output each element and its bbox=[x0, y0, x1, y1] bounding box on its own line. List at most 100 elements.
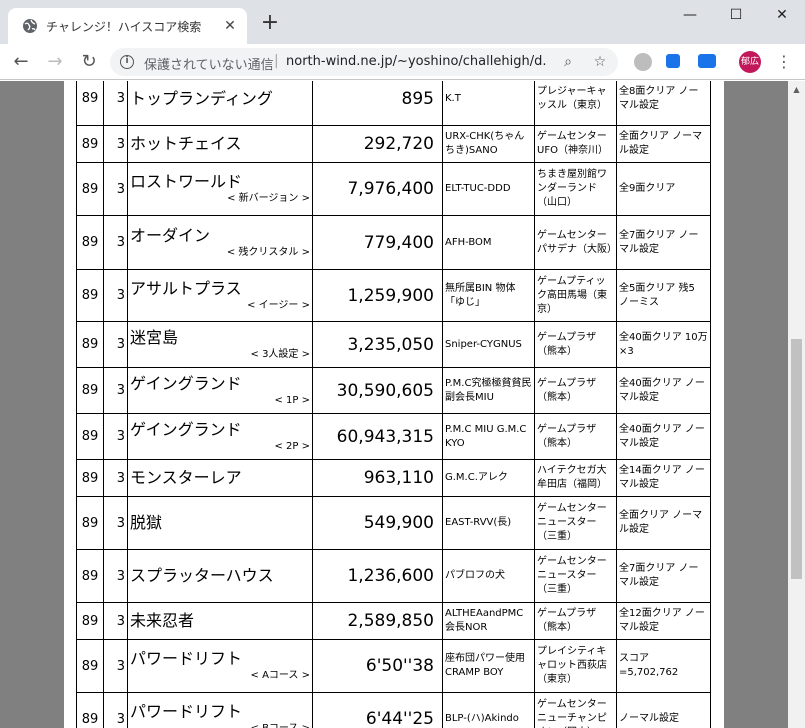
game-title: パワードリフト bbox=[130, 649, 243, 668]
game-cell: パワードリフト< Bコース > bbox=[127, 692, 313, 728]
address-separator: | bbox=[274, 53, 279, 69]
player-name-cell: K.T bbox=[442, 81, 535, 126]
year-cell: 89 bbox=[76, 692, 104, 728]
condition-cell: 全8面クリア ノーマル設定 bbox=[616, 81, 711, 126]
player-name-cell: Sniper-CYGNUS bbox=[442, 321, 535, 368]
bookmark-star-icon[interactable]: ☆ bbox=[590, 52, 610, 72]
game-setting: < 残クリスタル > bbox=[226, 246, 310, 258]
game-title: ホットチェイス bbox=[130, 134, 242, 153]
score-cell: 1,236,600 bbox=[312, 549, 443, 603]
new-tab-button[interactable]: + bbox=[258, 12, 282, 36]
forward-arrow-icon[interactable]: → bbox=[42, 49, 68, 75]
highscore-table: 89 3 トップランディング 895 K.T プレジャーキャッスル（東京） 全8面クリア ノ… bbox=[76, 81, 711, 728]
score-cell: 549,900 bbox=[312, 496, 443, 550]
game-cell: ゲイングランド < 1P > bbox=[127, 367, 313, 414]
player-name-cell: AFH-BOM bbox=[442, 215, 535, 270]
reload-icon[interactable]: ↻ bbox=[76, 49, 102, 75]
year-cell: 89 bbox=[76, 413, 104, 460]
page-viewport: 89 3 トップランディング 895 K.T プレジャーキャッスル（東京） 全8面クリア ノ… bbox=[0, 81, 788, 728]
store-cell: ゲームプラザ（熊本） bbox=[534, 367, 617, 414]
store-cell: ゲームセンターUFO（神奈川） bbox=[534, 125, 617, 163]
info-icon[interactable]: i bbox=[120, 55, 134, 69]
maximize-icon[interactable]: ☐ bbox=[713, 0, 759, 32]
extension-chat-icon[interactable] bbox=[634, 53, 652, 71]
game-setting: < イージー > bbox=[247, 299, 310, 311]
menu-dots-icon[interactable]: ⋮ bbox=[774, 49, 794, 75]
minimize-icon[interactable]: — bbox=[667, 0, 713, 32]
year-cell: 89 bbox=[76, 215, 104, 270]
game-title: 迷宮島 bbox=[130, 327, 179, 347]
month-cell: 3 bbox=[103, 639, 128, 693]
score-cell: 60,943,315 bbox=[312, 413, 443, 460]
browser-tab[interactable]: チャレンジ！ハイスコア検索 ✕ bbox=[8, 8, 247, 44]
year-cell: 89 bbox=[76, 496, 104, 550]
scroll-up-icon[interactable]: ▲ bbox=[788, 81, 805, 98]
month-cell: 3 bbox=[103, 321, 128, 368]
game-title: ロストワールド bbox=[130, 172, 243, 191]
close-tab-icon[interactable]: ✕ bbox=[220, 16, 240, 36]
game-title: 未来忍者 bbox=[130, 611, 195, 630]
game-cell: スプラッターハウス bbox=[127, 549, 313, 603]
player-name-cell: ALTHEAandPMC会長NOR bbox=[442, 602, 535, 640]
game-title: スプラッターハウス bbox=[130, 566, 274, 585]
store-cell: ゲームプラザ（熊本） bbox=[534, 602, 617, 640]
score-cell: 7,976,400 bbox=[312, 162, 443, 216]
condition-cell: 全7面クリア ノーマル設定 bbox=[616, 549, 711, 603]
year-cell: 89 bbox=[76, 321, 104, 368]
table-row: 89 3 迷宮島 < 3人設定 >3,235,050 Sniper-CYGNUS ゲームプ… bbox=[76, 321, 711, 368]
year-cell: 89 bbox=[76, 639, 104, 693]
table-row: 89 3 ゲイングランド < 1P >30,590,605 P.M.C究極極貧貧民副会長… bbox=[76, 367, 711, 414]
store-cell: ハイテクセガ大牟田店（福岡） bbox=[534, 459, 617, 497]
table-row: 89 3 脱獄 549,900 EAST-RVV(長) ゲームセンターニュースター（三重）… bbox=[76, 496, 711, 550]
condition-cell: 全9面クリア bbox=[616, 162, 711, 216]
table-row: 89 3 ロストワールド < 新バージョン >7,976,400 ELT-TUC-DDD… bbox=[76, 162, 711, 216]
store-cell: プレイシティキャロット西荻店（東京） bbox=[534, 639, 617, 693]
game-cell: 未来忍者 bbox=[127, 602, 313, 640]
profile-avatar[interactable]: 郁広 bbox=[739, 51, 761, 73]
game-setting: < Bコース > bbox=[130, 722, 310, 728]
browser-toolbar: ← → ↻ i 保護されていない通信 | north-wind.ne.jp/~y… bbox=[0, 44, 805, 80]
table-row: 89 3 ホットチェイス 292,720 URX-CHK(ちゃんちき)SANO ゲームセン… bbox=[76, 125, 711, 163]
score-cell: 30,590,605 bbox=[312, 367, 443, 414]
game-setting: < 3人設定 > bbox=[250, 348, 310, 360]
vertical-scrollbar[interactable]: ▲ bbox=[788, 81, 805, 728]
url-text[interactable]: north-wind.ne.jp/~yoshino/challehigh/d..… bbox=[286, 54, 546, 69]
month-cell: 3 bbox=[103, 269, 128, 322]
extension-b-icon[interactable] bbox=[666, 54, 680, 68]
table-row: 89 3 モンスターレア 963,110 G.M.C.アレク ハイテクセガ大牟田店（福岡）… bbox=[76, 459, 711, 497]
security-label[interactable]: 保護されていない通信 bbox=[144, 54, 274, 73]
game-title: モンスターレア bbox=[130, 468, 242, 487]
year-cell: 89 bbox=[76, 269, 104, 322]
table-row: 893パワードリフト< Bコース >6'44''25BLP-(ハ)Akindoゲ… bbox=[76, 692, 711, 728]
score-cell: 963,110 bbox=[312, 459, 443, 497]
condition-cell: 全面クリア ノーマル設定 bbox=[616, 125, 711, 163]
game-cell: オーダイン < 残クリスタル > bbox=[127, 215, 313, 270]
address-bar[interactable]: i 保護されていない通信 | north-wind.ne.jp/~yoshino… bbox=[110, 48, 618, 76]
month-cell: 3 bbox=[103, 496, 128, 550]
player-name-cell: URX-CHK(ちゃんちき)SANO bbox=[442, 125, 535, 163]
game-cell: 脱獄 bbox=[127, 496, 313, 550]
score-cell: 6'44''25 bbox=[312, 692, 443, 728]
scroll-thumb[interactable] bbox=[791, 339, 802, 579]
score-cell: 6'50''38 bbox=[312, 639, 443, 693]
condition-cell: 全14面クリア ノーマル設定 bbox=[616, 459, 711, 497]
close-window-icon[interactable]: ✕ bbox=[759, 0, 805, 32]
player-name-cell: BLP-(ハ)Akindo bbox=[442, 692, 535, 728]
player-name-cell: 座布団パワー使用 CRAMP BOY bbox=[442, 639, 535, 693]
back-arrow-icon[interactable]: ← bbox=[8, 49, 34, 75]
table-row: 89 3 アサルトプラス < イージー >1,259,900 無所属BIN 物体「ゆじ」… bbox=[76, 269, 711, 322]
month-cell: 3 bbox=[103, 125, 128, 163]
game-setting: < 1P > bbox=[274, 394, 310, 406]
month-cell: 3 bbox=[103, 81, 128, 126]
year-cell: 89 bbox=[76, 81, 104, 126]
game-setting: < 新バージョン > bbox=[227, 193, 310, 204]
zoom-icon[interactable]: ⌕ bbox=[558, 52, 578, 72]
game-cell: ゲイングランド < 2P > bbox=[127, 413, 313, 460]
game-title: パワードリフト bbox=[130, 702, 243, 721]
table-row: 89 3 スプラッターハウス 1,236,600 パブロフの犬 ゲームセンターニュースター… bbox=[76, 549, 711, 603]
condition-cell: 全40面クリア ノーマル設定 bbox=[616, 367, 711, 414]
game-cell: ホットチェイス bbox=[127, 125, 313, 163]
year-cell: 89 bbox=[76, 602, 104, 640]
game-cell: パワードリフト < Aコース > bbox=[127, 639, 313, 693]
extension-message-icon[interactable] bbox=[698, 54, 716, 68]
